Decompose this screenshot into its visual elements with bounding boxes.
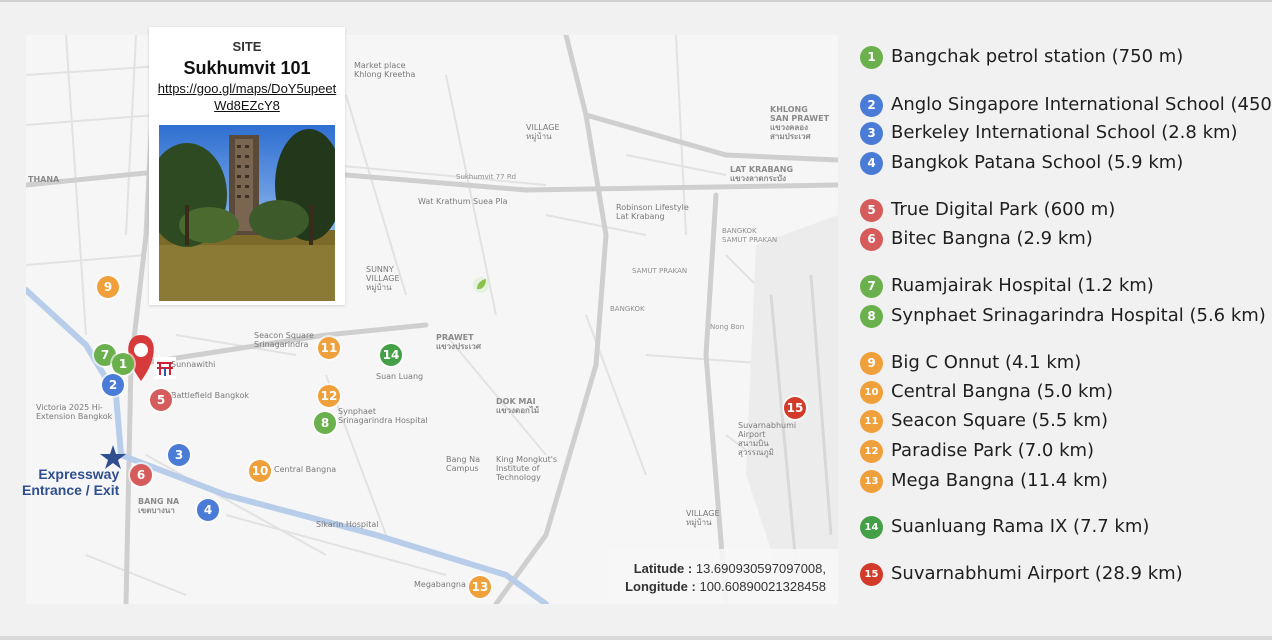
legend-badge-13: 13 (860, 470, 883, 493)
legend-text-6: Bitec Bangna (2.9 km) (891, 228, 1093, 249)
map-marker-9[interactable]: 9 (97, 276, 119, 298)
latitude-label: Latitude : (633, 561, 693, 576)
map-label-suan-luang: Suan Luang (376, 372, 424, 381)
map-marker-5[interactable]: 5 (150, 389, 172, 411)
map-marker-8[interactable]: 8 (314, 412, 336, 434)
map-marker-15[interactable]: 15 (784, 397, 806, 419)
map-label-suvarnabhumi: Suvarnabhumi Airport สนามบิน สุวรรณภูมิ (738, 421, 797, 457)
legend-badge-3: 3 (860, 122, 883, 145)
latitude-value: 13.690930597097008, (695, 561, 826, 576)
map-marker-2[interactable]: 2 (102, 374, 124, 396)
map-label-central-bangna: Central Bangna (274, 465, 337, 474)
map-label-victoria: Victoria 2025 Hi- Extension Bangkok (36, 403, 113, 421)
map-label-bang-na: BANG NA เขตบางนา (138, 497, 180, 515)
map-label-village-1: VILLAGE หมู่บ้าน (526, 123, 560, 141)
top-rule (0, 0, 1272, 2)
map-label-nong-bon: Nong Bon (710, 323, 745, 331)
legend-text-13: Mega Bangna (11.4 km) (891, 470, 1108, 491)
legend-badge-4: 4 (860, 152, 883, 175)
coordinates-box: Latitude : 13.690930597097008, Longitude… (608, 549, 838, 604)
map-label-sikarin: Sikarin Hospital (316, 520, 379, 529)
expressway-label: Expressway Entrance / Exit (22, 466, 119, 498)
expressway-line2: Entrance / Exit (22, 482, 120, 498)
legend-text-2: Anglo Singapore International School (45… (891, 94, 1272, 115)
legend-badge-15: 15 (860, 563, 883, 586)
legend-text-3: Berkeley International School (2.8 km) (891, 122, 1238, 143)
map-marker-6[interactable]: 6 (130, 464, 152, 486)
map-marker-12[interactable]: 12 (318, 385, 340, 407)
legend-text-4: Bangkok Patana School (5.9 km) (891, 152, 1184, 173)
map-marker-13[interactable]: 13 (469, 576, 491, 598)
map-label-market-place: Market place Khlong Kreetha (354, 61, 416, 79)
longitude-value: 100.60890021328458 (699, 579, 826, 594)
map-marker-3[interactable]: 3 (168, 444, 190, 466)
map-label-lat-krabang: LAT KRABANG แขวงลาดกระบัง (730, 165, 794, 183)
site-map-link[interactable]: https://goo.gl/maps/DoY5upeetWd8EZcY8 (157, 80, 337, 114)
map-label-tint-village: VILLAGE หมู่บ้าน (686, 509, 720, 527)
legend-badge-14: 14 (860, 516, 883, 539)
map-label-megabangna: Megabangna (414, 580, 466, 589)
legend-badge-5: 5 (860, 199, 883, 222)
site-name: Sukhumvit 101 (183, 58, 311, 78)
map-label-samut-prakan: SAMUT PRAKAN (632, 267, 688, 275)
map-label-robinson: Robinson Lifestyle Lat Krabang (616, 203, 689, 221)
legend-badge-11: 11 (860, 410, 883, 433)
legend-badge-2: 2 (860, 94, 883, 117)
legend-badge-8: 8 (860, 305, 883, 328)
map-label-seacon: Seacon Square Srinagarindra (254, 331, 314, 349)
site-photo (159, 125, 335, 301)
map-marker-14[interactable]: 14 (380, 344, 402, 366)
map-label-battlefield: Battlefield Bangkok (171, 391, 250, 400)
map-label-sukhumvit77: Sukhumvit 77 Rd (456, 173, 517, 181)
map-marker-10[interactable]: 10 (249, 460, 271, 482)
map-label-khlong-san-prawet: KHLONG SAN PRAWET แขวงคลอง สามประเวศ (770, 105, 830, 141)
legend-text-15: Suvarnabhumi Airport (28.9 km) (891, 563, 1183, 584)
legend-badge-6: 6 (860, 228, 883, 251)
map-marker-11[interactable]: 11 (318, 337, 340, 359)
legend-text-1: Bangchak petrol station (750 m) (891, 46, 1184, 67)
map-label-wat-krathum: Wat Krathum Suea Pla (418, 197, 508, 206)
bottom-rule (0, 636, 1272, 640)
longitude-label: Longitude : (625, 579, 696, 594)
map-label-sunny-village: SUNNY VILLAGE หมู่บ้าน (366, 265, 400, 292)
map-label-bangna-campus: Bang Na Campus (446, 455, 480, 473)
site-label: SITE (232, 39, 262, 54)
map-label-bangkok-east: BANGKOK SAMUT PRAKAN (722, 227, 778, 244)
legend-badge-9: 9 (860, 352, 883, 375)
legend-badge-10: 10 (860, 381, 883, 404)
map-label-dok-mai: DOK MAI แขวงดอกไม้ (496, 397, 540, 415)
map-marker-4[interactable]: 4 (197, 499, 219, 521)
legend-text-11: Seacon Square (5.5 km) (891, 410, 1109, 431)
map-label-prawet: PRAWET แขวงประเวศ (436, 333, 481, 351)
legend-text-8: Synphaet Srinagarindra Hospital (5.6 km) (891, 305, 1266, 326)
site-card: SITE Sukhumvit 101 https://goo.gl/maps/D… (149, 27, 345, 305)
legend-text-9: Big C Onnut (4.1 km) (891, 352, 1082, 373)
expressway-line1: Expressway (38, 466, 120, 482)
map-panel[interactable]: KHLONG SAN PRAWET แขวงคลอง สามประเวศ LAT… (26, 35, 838, 604)
map-label-thana: THANA (28, 175, 60, 184)
legend-text-5: True Digital Park (600 m) (891, 199, 1116, 220)
map-label-bangkok-road: BANGKOK (610, 305, 645, 313)
legend-badge-1: 1 (860, 46, 883, 69)
map-label-sunnawithi: Sunnawithi (171, 360, 216, 369)
map-label-synphaet: Synphaet Srinagarindra Hospital (338, 407, 428, 425)
legend-badge-12: 12 (860, 440, 883, 463)
legend-text-10: Central Bangna (5.0 km) (891, 381, 1113, 402)
legend-text-14: Suanluang Rama IX (7.7 km) (891, 516, 1150, 537)
map-marker-1[interactable]: 1 (112, 353, 134, 375)
legend-text-7: Ruamjairak Hospital (1.2 km) (891, 275, 1154, 296)
map-label-king-mongkut: King Mongkut's Institute of Technology (496, 455, 558, 482)
legend-text-12: Paradise Park (7.0 km) (891, 440, 1095, 461)
legend-badge-7: 7 (860, 275, 883, 298)
